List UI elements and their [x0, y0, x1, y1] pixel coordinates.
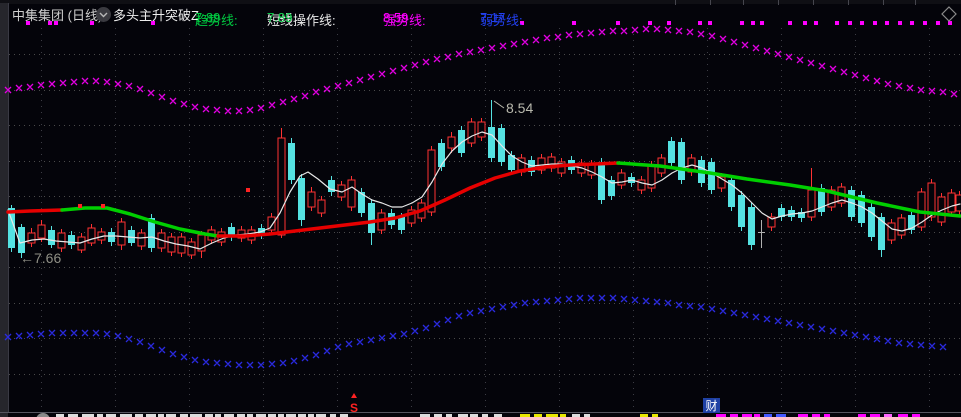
stock-chart-window: 8.54 ←7.66 S 财 中集集团 (日线) 多头主升突破Z 趋势线: 7.89 …: [0, 0, 961, 417]
candles-layer: [8, 100, 961, 259]
svg-text:8.54: 8.54: [506, 100, 533, 116]
svg-text:S: S: [350, 401, 358, 415]
signal-dots: [78, 188, 250, 208]
clipped-bottom-row: [36, 413, 920, 417]
lower-band-x-markers: [4, 294, 947, 369]
upper-band-x-markers: [4, 25, 958, 115]
upper-band-dots: [26, 21, 952, 25]
main-candlestick-chart[interactable]: 8.54 ←7.66 S 财: [0, 0, 961, 417]
diamond-icon[interactable]: [938, 4, 960, 26]
price-annotations: 8.54 ←7.66: [20, 100, 533, 266]
svg-text:财: 财: [705, 399, 717, 413]
svg-text:←7.66: ←7.66: [20, 250, 61, 266]
chevron-down-icon[interactable]: [96, 7, 111, 22]
caifu-badge[interactable]: 财: [703, 398, 720, 413]
sell-signal-marker: S: [350, 393, 358, 415]
